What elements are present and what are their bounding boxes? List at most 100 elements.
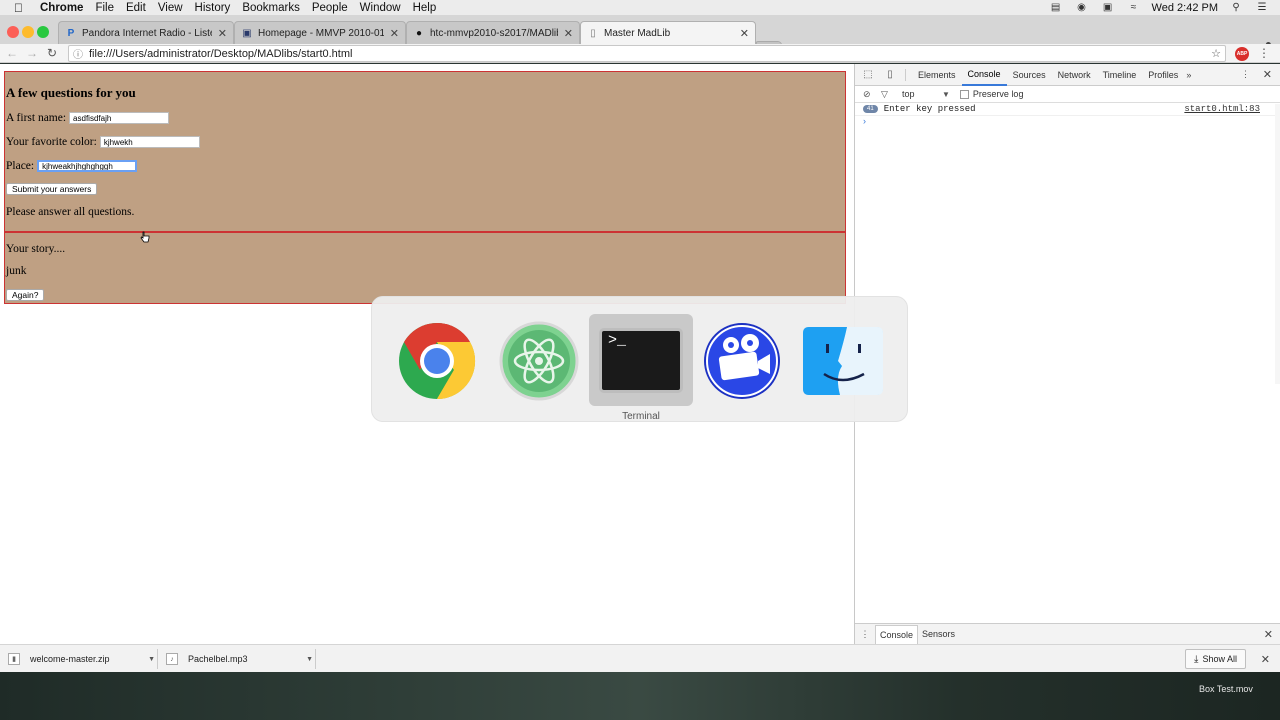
atom-app-icon[interactable]	[496, 321, 582, 401]
terminal-app-icon[interactable]: >_	[599, 328, 683, 393]
spotlight-icon[interactable]: ⚲	[1228, 2, 1244, 13]
drawer-menu-icon[interactable]: ⋮	[855, 629, 875, 640]
adblock-extension-icon[interactable]: ABP	[1235, 47, 1249, 61]
download-item[interactable]: ▮ welcome-master.zip ▼	[8, 649, 158, 669]
log-source-link[interactable]: start0.html:83	[1184, 104, 1260, 114]
context-dropdown-icon[interactable]: ▼	[942, 90, 950, 99]
favorite-color-label: Your favorite color:	[6, 136, 97, 148]
airplay-icon[interactable]: ▣	[1100, 2, 1116, 13]
devtools-tab-sources[interactable]: Sources	[1007, 64, 1052, 86]
page-favicon-icon: ▣	[242, 27, 252, 39]
menu-history[interactable]: History	[195, 2, 231, 14]
devtools-panel: ⬚ ▯ Elements Console Sources Network Tim…	[854, 64, 1280, 644]
eye-icon[interactable]: ◉	[1074, 2, 1090, 13]
tab-close-icon[interactable]: ✕	[390, 27, 399, 40]
download-options-icon[interactable]: ▼	[148, 656, 155, 663]
app-switcher: >_ Terminal	[371, 296, 908, 422]
download-options-icon[interactable]: ▼	[306, 656, 313, 663]
menu-help[interactable]: Help	[413, 2, 437, 14]
story-section: Your story.... junk Again?	[5, 233, 845, 303]
github-favicon-icon: ●	[415, 27, 423, 39]
menu-file[interactable]: File	[95, 2, 114, 14]
log-message: Enter key pressed	[883, 104, 976, 114]
tab-close-icon[interactable]: ✕	[740, 27, 749, 40]
place-input[interactable]	[37, 160, 138, 172]
devtools-scrollbar[interactable]	[1275, 104, 1280, 384]
address-url[interactable]: file:///Users/administrator/Desktop/MADl…	[89, 48, 352, 60]
address-bar[interactable]: ⓘ file:///Users/administrator/Desktop/MA…	[68, 45, 1226, 62]
tab-label: Pandora Internet Radio - Liste	[82, 27, 212, 39]
menu-bookmarks[interactable]: Bookmarks	[242, 2, 300, 14]
menu-edit[interactable]: Edit	[126, 2, 146, 14]
download-filename: Pachelbel.mp3	[188, 654, 248, 664]
forward-arrow-icon[interactable]: →	[22, 46, 42, 60]
favorite-color-input[interactable]	[99, 136, 200, 148]
tab-close-icon[interactable]: ✕	[218, 27, 227, 40]
devtools-more-tabs-icon[interactable]: »	[1186, 70, 1191, 80]
back-arrow-icon[interactable]: ←	[2, 46, 22, 60]
menu-window[interactable]: Window	[360, 2, 401, 14]
screen-record-icon[interactable]: ▤	[1048, 2, 1064, 13]
again-button[interactable]: Again?	[6, 289, 45, 301]
devtools-separator	[905, 68, 906, 81]
devtools-tab-elements[interactable]: Elements	[912, 64, 962, 86]
show-all-downloads-button[interactable]: ⤓ Show All	[1185, 649, 1246, 669]
chrome-menu-icon[interactable]: ⋮	[1258, 46, 1270, 60]
devtools-tab-profiles[interactable]: Profiles	[1142, 64, 1184, 86]
devtools-tab-console[interactable]: Console	[961, 64, 1007, 86]
submit-answers-button[interactable]: Submit your answers	[6, 183, 98, 195]
menu-extras: ▤ ◉ ▣ ≈ Wed 2:42 PM ⚲ ☰	[1048, 0, 1270, 15]
tab-strip: P Pandora Internet Radio - Liste ✕ ▣ Hom…	[0, 15, 1280, 53]
tab-master-madlib[interactable]: ▯ Master MadLib ✕	[580, 21, 756, 44]
bookmark-star-icon[interactable]: ☆	[1211, 47, 1221, 60]
tab-github[interactable]: ● htc-mmvp2010-s2017/MADlib ✕	[406, 21, 580, 44]
page-info-icon[interactable]: ⓘ	[73, 46, 83, 61]
menu-view[interactable]: View	[158, 2, 183, 14]
tab-pandora[interactable]: P Pandora Internet Radio - Liste ✕	[58, 21, 234, 44]
notification-center-icon[interactable]: ☰	[1254, 2, 1270, 13]
imovie-app-icon[interactable]	[698, 321, 786, 401]
console-prompt[interactable]: ›	[855, 116, 1280, 128]
desktop-file-label[interactable]: Box Test.mov	[1199, 684, 1253, 694]
document-favicon-icon: ▯	[590, 27, 596, 39]
app-switcher-label: Terminal	[622, 411, 660, 422]
tab-label: Homepage - MMVP 2010-01	[258, 27, 384, 39]
place-row: Place:	[6, 159, 844, 173]
devtools-tab-timeline[interactable]: Timeline	[1097, 64, 1143, 86]
devtools-close-icon[interactable]: ✕	[1263, 68, 1272, 81]
devtools-tab-network[interactable]: Network	[1052, 64, 1097, 86]
device-toolbar-icon[interactable]: ▯	[881, 69, 899, 80]
downloads-close-icon[interactable]: ✕	[1261, 653, 1270, 666]
first-name-input[interactable]	[69, 112, 170, 124]
questions-heading: A few questions for you	[6, 85, 136, 100]
submit-row: Submit your answers	[6, 181, 844, 195]
devtools-menu-icon[interactable]: ⋮	[1241, 69, 1250, 80]
menu-people[interactable]: People	[312, 2, 348, 14]
hand-cursor-icon	[140, 231, 150, 243]
place-label: Place:	[6, 160, 35, 172]
window-minimize-button[interactable]	[22, 26, 34, 38]
clear-console-icon[interactable]: ⊘	[863, 89, 881, 100]
filter-icon[interactable]: ▽	[881, 89, 899, 100]
drawer-close-icon[interactable]: ✕	[1264, 628, 1273, 641]
drawer-tab-sensors[interactable]: Sensors	[918, 625, 959, 644]
inspect-element-icon[interactable]: ⬚	[859, 69, 877, 80]
apple-menu-icon[interactable]: 	[14, 1, 34, 15]
drawer-tab-console[interactable]: Console	[875, 624, 919, 644]
window-close-button[interactable]	[7, 26, 19, 38]
finder-app-icon[interactable]	[802, 326, 884, 396]
download-item[interactable]: ♪ Pachelbel.mp3 ▼	[166, 649, 316, 669]
menu-clock[interactable]: Wed 2:42 PM	[1152, 2, 1218, 14]
window-zoom-button[interactable]	[37, 26, 49, 38]
tab-label: Master MadLib	[604, 27, 671, 39]
wifi-icon[interactable]: ≈	[1126, 2, 1142, 13]
preserve-log-checkbox[interactable]	[959, 89, 969, 99]
tab-homepage[interactable]: ▣ Homepage - MMVP 2010-01 ✕	[234, 21, 406, 44]
menu-app-name[interactable]: Chrome	[40, 2, 83, 14]
console-log-row: 41 Enter key pressed start0.html:83	[855, 103, 1280, 116]
validation-message: Please answer all questions.	[6, 206, 135, 218]
reload-icon[interactable]: ↻	[42, 46, 62, 60]
tab-close-icon[interactable]: ✕	[564, 27, 573, 40]
context-selector[interactable]: top	[902, 89, 942, 99]
chrome-app-icon[interactable]	[393, 321, 481, 401]
